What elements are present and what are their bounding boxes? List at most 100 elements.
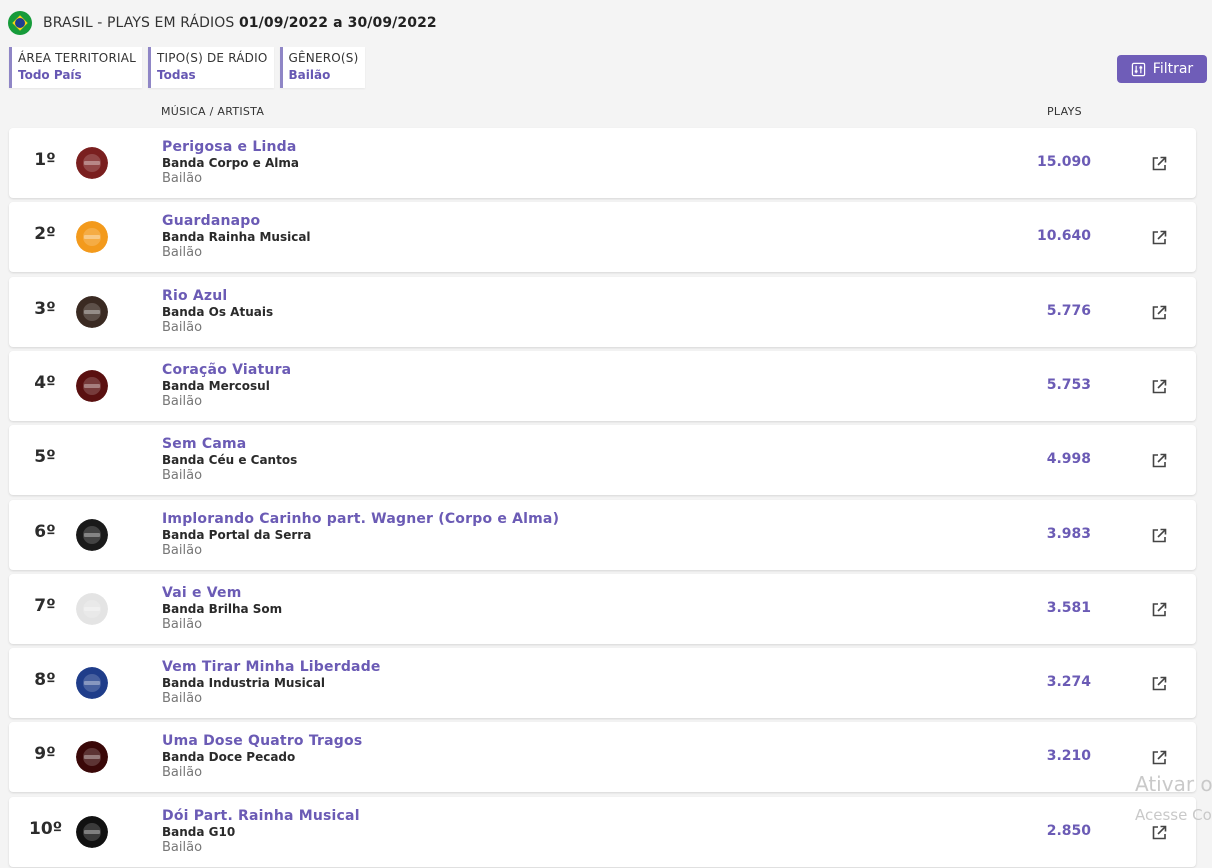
page-header: BRASIL - PLAYS EM RÁDIOS 01/09/2022 a 30…: [8, 10, 437, 36]
song-title[interactable]: Sem Cama: [162, 436, 246, 452]
brazil-flag-icon: [8, 11, 32, 35]
song-title[interactable]: Guardanapo: [162, 213, 260, 229]
artist-name[interactable]: Banda Industria Musical: [162, 676, 325, 690]
external-link-icon[interactable]: [1150, 452, 1168, 470]
rank-number: 3º: [34, 298, 56, 319]
genre-label: Bailão: [162, 616, 203, 632]
artist-avatar: [76, 592, 108, 625]
plays-count: 5.753: [1046, 376, 1091, 393]
plays-count: 15.090: [1036, 154, 1091, 170]
song-title[interactable]: Vem Tirar Minha Liberdade: [162, 659, 381, 675]
filter-chip-value: Todo País: [18, 68, 82, 82]
song-title[interactable]: Vai e Vem: [162, 585, 242, 601]
external-link-icon[interactable]: [1150, 229, 1168, 247]
artist-avatar: [76, 295, 108, 328]
filter-chip-genre: GÊNERO(S) Bailão: [279, 47, 365, 88]
title-period: 01/09/2022 a 30/09/2022: [238, 15, 437, 31]
external-link-icon[interactable]: [1150, 824, 1168, 842]
filter-button-label: Filtrar: [1152, 61, 1194, 77]
filter-button[interactable]: Filtrar: [1117, 55, 1207, 83]
artist-name[interactable]: Banda G10: [162, 825, 235, 839]
genre-label: Bailão: [162, 393, 203, 409]
ranking-row[interactable]: 4º Coração Viatura Banda Mercosul Bailão…: [9, 350, 1196, 421]
ranking-row[interactable]: 5º Sem Cama Banda Céu e Cantos Bailão 4.…: [9, 425, 1196, 496]
artist-name[interactable]: Banda Céu e Cantos: [162, 453, 297, 467]
external-link-icon[interactable]: [1150, 749, 1168, 767]
genre-label: Bailão: [162, 691, 203, 707]
song-title[interactable]: Dói Part. Rainha Musical: [162, 808, 360, 824]
ranking-row[interactable]: 10º Dói Part. Rainha Musical Banda G10 B…: [9, 796, 1196, 867]
artist-name[interactable]: Banda Brilha Som: [162, 602, 282, 616]
rank-number: 9º: [34, 744, 56, 765]
ranking-row[interactable]: 9º Uma Dose Quatro Tragos Banda Doce Pec…: [9, 722, 1196, 793]
filter-chip-label: GÊNERO(S): [288, 51, 359, 65]
genre-label: Bailão: [162, 319, 203, 335]
ranking-row[interactable]: 2º Guardanapo Banda Rainha Musical Bailã…: [9, 202, 1196, 273]
external-link-icon[interactable]: [1150, 527, 1168, 545]
rank-number: 6º: [34, 521, 56, 542]
ranking-row[interactable]: 7º Vai e Vem Banda Brilha Som Bailão 3.5…: [9, 573, 1196, 644]
artist-name[interactable]: Banda Os Atuais: [162, 305, 273, 319]
artist-avatar: [76, 741, 108, 774]
filter-chip-label: TIPO(S) DE RÁDIO: [157, 51, 268, 65]
column-header-plays: PLAYS: [1047, 105, 1082, 118]
filter-chip-area: ÁREA TERRITORIAL Todo País: [9, 47, 143, 88]
filter-chip-value: Bailão: [288, 68, 331, 82]
artist-avatar: [76, 221, 108, 254]
column-header-music-artist: MÚSICA / ARTISTA: [161, 105, 265, 118]
rank-number: 1º: [34, 150, 56, 170]
external-link-icon[interactable]: [1150, 155, 1168, 173]
genre-label: Bailão: [162, 245, 203, 261]
genre-label: Bailão: [162, 468, 203, 484]
plays-count: 2.850: [1046, 822, 1091, 839]
artist-avatar: [76, 147, 108, 179]
sliders-icon: [1131, 62, 1145, 76]
filter-chip-label: ÁREA TERRITORIAL: [18, 51, 137, 65]
genre-label: Bailão: [162, 171, 203, 186]
genre-label: Bailão: [162, 765, 203, 781]
song-title[interactable]: Rio Azul: [162, 288, 227, 304]
genre-label: Bailão: [162, 542, 203, 558]
os-activation-watermark-sub: Acesse Co: [1135, 806, 1212, 824]
rank-number: 7º: [34, 595, 56, 616]
filter-chip-radio-type: TIPO(S) DE RÁDIO Todas: [148, 47, 274, 88]
external-link-icon[interactable]: [1150, 675, 1168, 693]
genre-label: Bailão: [162, 839, 203, 855]
song-title[interactable]: Coração Viatura: [162, 362, 291, 378]
artist-avatar: [76, 444, 108, 477]
title-prefix: BRASIL - PLAYS EM RÁDIOS: [43, 15, 235, 31]
song-title[interactable]: Implorando Carinho part. Wagner (Corpo e…: [162, 511, 559, 527]
filter-chips: ÁREA TERRITORIAL Todo País TIPO(S) DE RÁ…: [9, 47, 365, 88]
filter-chip-value: Todas: [157, 68, 196, 82]
plays-count: 3.581: [1046, 599, 1091, 616]
page-title: BRASIL - PLAYS EM RÁDIOS 01/09/2022 a 30…: [43, 15, 437, 31]
rank-number: 2º: [34, 224, 56, 245]
plays-count: 4.998: [1046, 451, 1091, 468]
ranking-row[interactable]: 8º Vem Tirar Minha Liberdade Banda Indus…: [9, 648, 1196, 719]
artist-avatar: [76, 815, 108, 848]
rank-number: 8º: [34, 670, 56, 691]
ranking-row[interactable]: 3º Rio Azul Banda Os Atuais Bailão 5.776: [9, 276, 1196, 347]
external-link-icon[interactable]: [1150, 378, 1168, 396]
song-title[interactable]: Uma Dose Quatro Tragos: [162, 733, 362, 749]
artist-avatar: [76, 667, 108, 700]
song-title[interactable]: Perigosa e Linda: [162, 139, 296, 155]
artist-name[interactable]: Banda Rainha Musical: [162, 230, 311, 244]
plays-count: 5.776: [1046, 302, 1091, 319]
plays-count: 3.210: [1046, 748, 1091, 765]
artist-name[interactable]: Banda Mercosul: [162, 379, 270, 393]
os-activation-watermark: Ativar o: [1135, 772, 1212, 796]
artist-name[interactable]: Banda Corpo e Alma: [162, 156, 299, 170]
plays-count: 3.983: [1046, 525, 1091, 542]
external-link-icon[interactable]: [1150, 601, 1168, 619]
artist-name[interactable]: Banda Doce Pecado: [162, 750, 295, 764]
artist-name[interactable]: Banda Portal da Serra: [162, 528, 311, 542]
rank-number: 5º: [34, 447, 56, 468]
artist-avatar: [76, 518, 108, 551]
ranking-row[interactable]: 1º Perigosa e Linda Banda Corpo e Alma B…: [9, 128, 1196, 198]
plays-count: 3.274: [1046, 674, 1091, 691]
ranking-row[interactable]: 6º Implorando Carinho part. Wagner (Corp…: [9, 499, 1196, 570]
rank-number: 4º: [34, 372, 56, 393]
external-link-icon[interactable]: [1150, 304, 1168, 322]
plays-count: 10.640: [1036, 228, 1091, 245]
